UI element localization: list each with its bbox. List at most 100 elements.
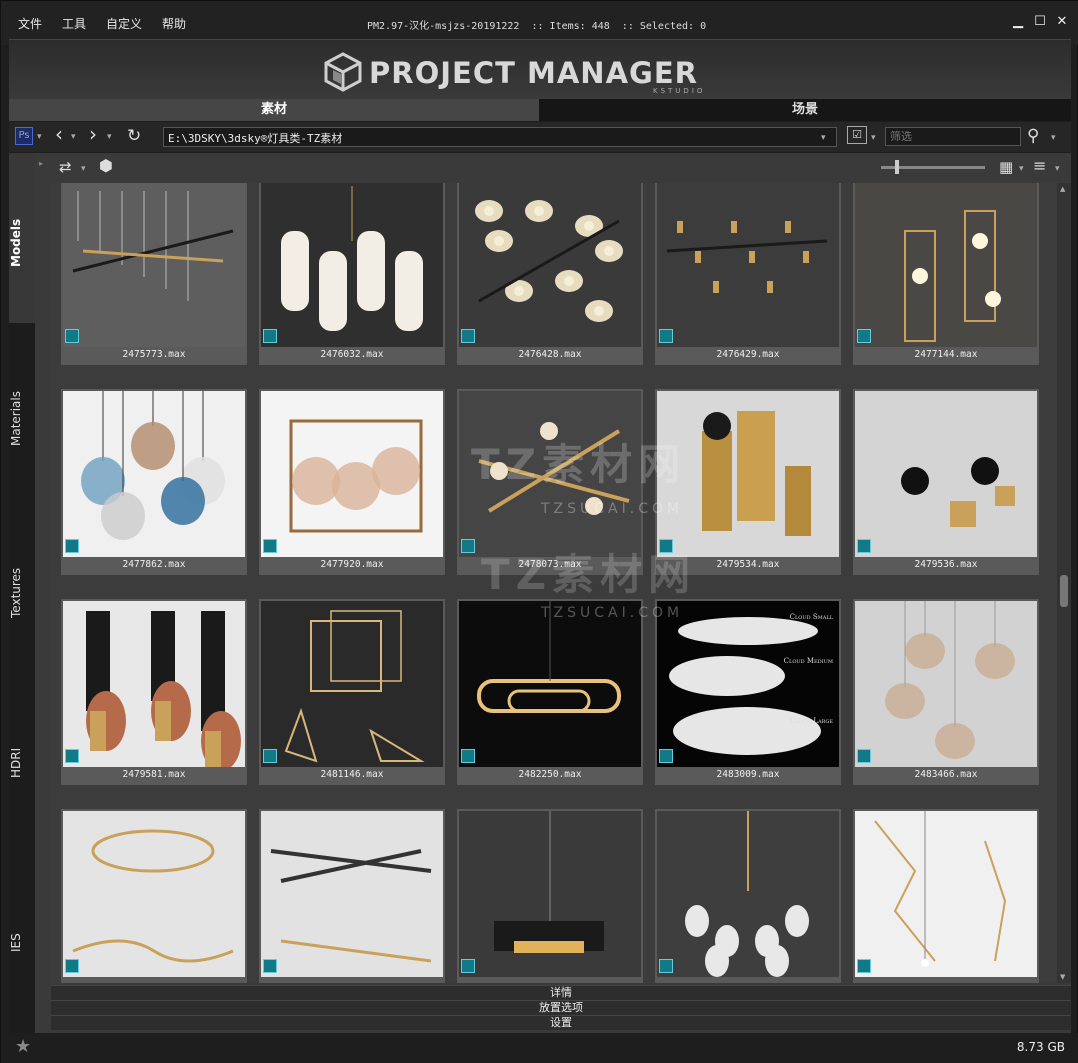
vertical-scrollbar[interactable]: ▲ ▼	[1057, 183, 1071, 983]
filter-check-icon[interactable]: ☑	[847, 126, 867, 144]
menu-custom[interactable]: 自定义	[106, 15, 142, 32]
asset-tile[interactable]: 3ds 2475773.max	[61, 183, 247, 365]
back-dropdown-icon[interactable]: ▾	[71, 128, 76, 146]
asset-filename: 2475773.max	[122, 349, 186, 360]
star-icon[interactable]: ★	[15, 1036, 31, 1057]
asset-tile[interactable]: 3ds 2481146.max	[259, 599, 445, 785]
asset-tile[interactable]: 3ds 2479536.max	[853, 389, 1039, 575]
slider-handle[interactable]	[895, 160, 899, 174]
max-file-icon: 3ds	[659, 959, 673, 973]
close-icon[interactable]: ✕	[1053, 13, 1071, 31]
content-panel: ▸ ⇄ ▾ ⬢ ▦ ▾ ≡ ▾ 3ds 2475773.max 3ds 2476032…	[35, 153, 1071, 1033]
asset-thumbnail	[63, 391, 245, 557]
asset-tile[interactable]: 3ds 2476428.max	[457, 183, 643, 365]
thumbnail-image	[657, 601, 839, 767]
thumbnail-image	[261, 391, 443, 557]
asset-tile[interactable]: 3ds 2476429.max	[655, 183, 841, 365]
section-settings[interactable]: 设置	[51, 1015, 1071, 1030]
minimize-icon[interactable]: ▁	[1009, 13, 1027, 31]
thumb-size-slider[interactable]	[881, 160, 985, 174]
thumbnail-image	[657, 811, 839, 977]
section-details[interactable]: 详情	[51, 985, 1071, 1000]
cube-icon[interactable]: ⬢	[99, 157, 113, 175]
panel-expand-icon[interactable]: ▸	[39, 159, 43, 168]
menu-help[interactable]: 帮助	[162, 15, 186, 32]
menu-tools[interactable]: 工具	[62, 15, 86, 32]
asset-filename: 2483009.max	[716, 769, 780, 780]
asset-tile[interactable]: 3ds 2477144.max	[853, 183, 1039, 365]
asset-tile[interactable]: 3ds 2476032.max	[259, 183, 445, 365]
asset-tile[interactable]: 3ds 2479534.max	[655, 389, 841, 575]
asset-tile[interactable]: 3ds 2477920.max	[259, 389, 445, 575]
thumbnail-image	[657, 183, 839, 347]
max-file-icon: 3ds	[857, 329, 871, 343]
logo-subtext: KSTUDIO	[653, 87, 706, 95]
side-tab-hdri[interactable]: HDRI	[9, 743, 35, 783]
tab-assets[interactable]: 素材	[9, 99, 539, 121]
max-file-icon: 3ds	[65, 749, 79, 763]
path-dropdown-icon[interactable]: ▾	[821, 129, 826, 147]
asset-filename: 2476429.max	[716, 349, 780, 360]
asset-tile[interactable]: 3ds 2483009.max Cloud Small Cloud Medium Clo…	[655, 599, 841, 785]
max-file-icon: 3ds	[263, 539, 277, 553]
asset-tile[interactable]: 3ds 2478073.max	[457, 389, 643, 575]
back-icon[interactable]: ‹	[55, 124, 63, 144]
refresh-icon[interactable]: ↻	[127, 127, 141, 145]
asset-filename: 2477144.max	[914, 349, 978, 360]
scrollbar-thumb[interactable]	[1060, 575, 1068, 607]
maximize-icon[interactable]: ☐	[1031, 13, 1049, 31]
side-tab-materials[interactable]: Materials	[9, 383, 35, 453]
asset-filename: 2479534.max	[716, 559, 780, 570]
asset-tile[interactable]: 3ds 2477862.max	[61, 389, 247, 575]
scroll-down-icon[interactable]: ▼	[1060, 973, 1065, 981]
menu-file[interactable]: 文件	[18, 15, 42, 32]
view-dropdown-icon[interactable]: ▾	[1019, 160, 1024, 178]
asset-thumbnail	[63, 601, 245, 767]
max-file-icon: 3ds	[263, 959, 277, 973]
asset-thumbnail	[459, 391, 641, 557]
forward-dropdown-icon[interactable]: ▾	[107, 128, 112, 146]
asset-thumbnail	[855, 183, 1037, 347]
asset-thumbnail	[657, 811, 839, 977]
forward-icon[interactable]: ›	[89, 124, 97, 144]
scroll-up-icon[interactable]: ▲	[1060, 185, 1065, 193]
swap-dropdown-icon[interactable]: ▾	[81, 160, 86, 178]
sort-dropdown-icon[interactable]: ▾	[1055, 160, 1060, 178]
asset-tile[interactable]: 3ds	[457, 809, 643, 983]
asset-tile[interactable]: 3ds	[259, 809, 445, 983]
asset-tile[interactable]: 3ds	[853, 809, 1039, 983]
filter-dropdown-icon[interactable]: ▾	[871, 129, 876, 147]
asset-tile[interactable]: 3ds	[655, 809, 841, 983]
search-icon[interactable]: ⚲	[1027, 127, 1039, 145]
asset-thumbnail	[855, 601, 1037, 767]
sort-icon[interactable]: ≡	[1033, 157, 1046, 175]
logo-cube-icon	[324, 52, 362, 92]
section-placement-label: 放置选项	[539, 1001, 583, 1014]
asset-thumbnail	[657, 601, 839, 767]
asset-tile[interactable]: 3ds 2482250.max	[457, 599, 643, 785]
side-tab-ies[interactable]: IES	[9, 928, 35, 958]
tab-scenes[interactable]: 场景	[539, 99, 1071, 121]
search-dropdown-icon[interactable]: ▾	[1051, 129, 1056, 147]
path-input[interactable]: E:\3DSKY\3dsky®灯具类-TZ素材	[163, 127, 837, 147]
section-placement[interactable]: 放置选项	[51, 1000, 1071, 1015]
cloud-label: Cloud Small	[789, 613, 833, 621]
swap-icon[interactable]: ⇄	[59, 158, 72, 176]
asset-tile[interactable]: 3ds 2479581.max	[61, 599, 247, 785]
max-file-icon: 3ds	[263, 329, 277, 343]
asset-tile[interactable]: 3ds	[61, 809, 247, 983]
thumbnail-image	[63, 811, 245, 977]
max-file-icon: 3ds	[263, 749, 277, 763]
app-window: 文件 工具 自定义 帮助 PM2.97-汉化-msjzs-20191222 ::…	[0, 0, 1078, 1063]
side-tab-models[interactable]: Models	[9, 213, 35, 273]
filter-input[interactable]	[885, 127, 1021, 146]
max-file-icon: 3ds	[857, 959, 871, 973]
side-tab-textures[interactable]: Textures	[9, 558, 35, 628]
main-tabs: 素材 场景	[9, 99, 1071, 121]
ps-dropdown-icon[interactable]: ▾	[37, 128, 42, 146]
asset-tile[interactable]: 3ds 2483466.max	[853, 599, 1039, 785]
max-file-icon: 3ds	[857, 749, 871, 763]
thumbnail-image	[63, 183, 245, 347]
photoshop-icon[interactable]: Ps	[15, 127, 33, 145]
grid-view-icon[interactable]: ▦	[999, 158, 1013, 176]
